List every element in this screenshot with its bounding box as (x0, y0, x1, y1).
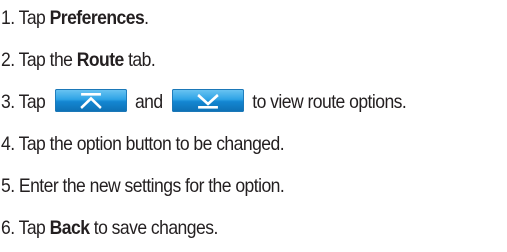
step-text: Tap (18, 7, 50, 29)
step-text: tab. (123, 49, 156, 71)
step-text: Enter the new settings for the option. (18, 175, 285, 197)
step-text: Tap the option button to be changed. (18, 133, 285, 155)
scroll-up-button (55, 89, 128, 113)
step-5: 5. Enter the new settings for the option… (1, 171, 285, 201)
step-3: 3. Tap and to view route options. (1, 87, 407, 117)
step-1: 1. Tap Preferences. (1, 3, 149, 33)
step-number: 6. (1, 217, 15, 239)
step-number: 2. (1, 49, 15, 71)
step-text: and (130, 91, 167, 113)
step-text: . (144, 7, 149, 29)
step-text: Tap the (18, 49, 77, 71)
step-text: to save changes. (89, 217, 219, 239)
step-keyword: Route (76, 49, 125, 71)
step-number: 4. (1, 133, 15, 155)
scroll-down-button (172, 89, 245, 113)
step-2: 2. Tap the Route tab. (1, 45, 156, 75)
step-keyword: Back (49, 217, 90, 239)
step-number: 5. (1, 175, 15, 197)
step-text: to view route options. (247, 91, 407, 113)
scroll-up-arrow-icon (80, 93, 102, 110)
step-number: 3. (1, 91, 15, 113)
step-text: Tap (18, 91, 50, 113)
scroll-down-arrow-icon (197, 94, 220, 109)
step-6: 6. Tap Back to save changes. (1, 213, 218, 243)
step-4: 4. Tap the option button to be changed. (1, 129, 285, 159)
step-text: Tap (18, 217, 50, 239)
step-keyword: Preferences (49, 7, 145, 29)
step-number: 1. (1, 7, 15, 29)
